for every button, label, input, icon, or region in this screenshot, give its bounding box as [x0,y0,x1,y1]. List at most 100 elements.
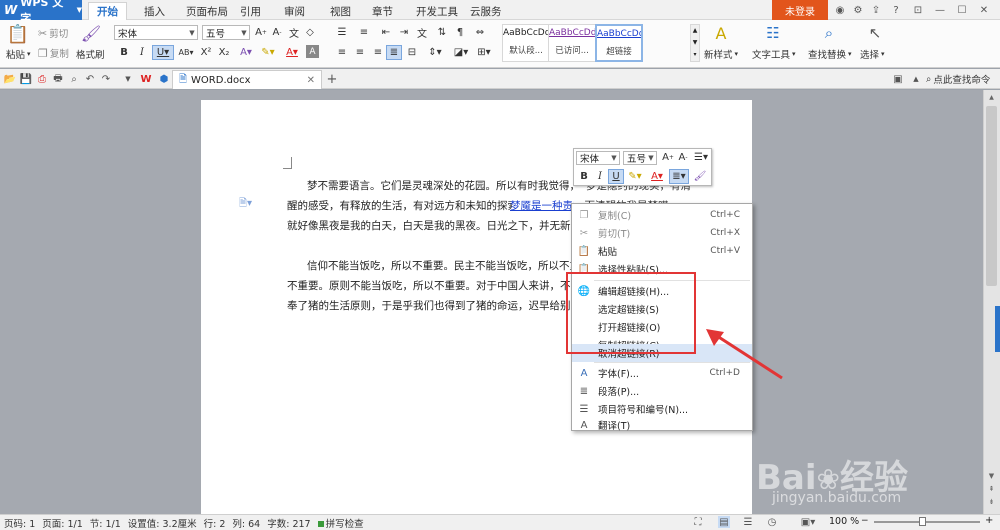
mini-grow-font-icon[interactable]: A + [660,150,676,165]
mini-font-color-button[interactable]: A▾ [647,169,667,184]
maximize-icon[interactable]: ☐ [956,4,968,16]
tab-references[interactable]: 引用 [232,2,269,20]
border-icon[interactable]: ⊞▾ [474,45,494,60]
print-icon[interactable]: 🖶 [52,73,64,85]
numbering-icon[interactable]: ≡ [356,25,372,40]
settings-icon[interactable]: ⚙ [852,4,864,16]
tab-cloud[interactable]: 云服务 [462,2,510,20]
print-preview-icon[interactable]: ⌕ [68,73,80,85]
text-tools-button[interactable]: 文字工具 ▾ [752,47,796,61]
italic-button[interactable]: I [134,45,150,60]
side-panel-tab[interactable] [995,306,1000,352]
scroll-thumb[interactable] [986,106,997,286]
align-left-icon[interactable]: ≡ [334,45,350,60]
reading-mode-icon[interactable]: ▣▾ [798,516,818,528]
sort-icon[interactable]: ⇅ [434,25,450,40]
share-icon[interactable]: ⇪ [870,4,882,16]
help-icon[interactable]: ? [890,4,902,16]
feedback-icon[interactable]: ▣ [892,73,904,85]
shading-icon[interactable]: ◪▾ [450,45,472,60]
mini-underline-button[interactable]: U [608,169,624,184]
save-icon[interactable]: 💾 [20,73,32,85]
zoom-slider-thumb[interactable] [919,517,926,526]
bold-button[interactable]: B [116,45,132,60]
app-menu-button[interactable]: W WPS 文字 ▼ [0,0,82,25]
tab-insert[interactable]: 插入 [136,2,173,20]
find-replace-button[interactable]: 查找替换 ▾ [808,47,852,61]
new-tab-icon[interactable]: + [326,72,338,87]
tab-chapter[interactable]: 章节 [364,2,401,20]
fullscreen-icon[interactable]: ⛶ [692,516,704,528]
copy-button[interactable]: ❐ 复制 [38,46,69,61]
select-icon[interactable]: ↖ [864,24,886,46]
mini-align-button[interactable]: ≣▾ [669,169,689,184]
menu-translate[interactable]: A 翻译(T) [572,416,752,434]
text-tools-icon[interactable]: ☷ [762,24,784,46]
close-tab-icon[interactable]: ✕ [307,75,315,86]
mini-highlight-button[interactable]: ✎▾ [625,169,645,184]
align-right-icon[interactable]: ≡ [370,45,386,60]
select-button[interactable]: 选择 ▾ [860,47,885,61]
collapse-icon[interactable]: ▲ [910,73,922,85]
mini-size-combo[interactable]: 五号 ▼ [623,151,657,165]
login-button[interactable]: 未登录 [772,0,828,20]
menu-copy[interactable]: ❐ 复制(C) Ctrl+C [572,206,752,224]
pinyin-icon[interactable]: 文 [286,25,302,40]
status-pages[interactable]: 页面: 1/1 [42,516,83,530]
decrease-indent-icon[interactable]: ⇤ [378,25,394,40]
paste-icon[interactable]: 📋 [6,24,30,46]
status-section[interactable]: 节: 1/1 [90,516,121,530]
superscript-button[interactable]: X² [198,45,214,60]
new-style-icon[interactable]: A [710,24,732,46]
format-painter-button[interactable]: 格式刷 [76,47,105,61]
align-center-icon[interactable]: ≡ [352,45,368,60]
paragraph-handle-icon[interactable]: 🗎▾ [239,196,252,213]
page-view-icon[interactable]: ▤ [718,516,730,528]
menu-cut[interactable]: ✂ 剪切(T) Ctrl+X [572,224,752,242]
tab-home[interactable]: 开始 [88,2,127,20]
font-name-combo[interactable]: 宋体 ▼ [114,25,198,40]
wps-home-icon[interactable]: W [140,73,152,85]
hyperlink-text[interactable]: 梦魇是一种责实 [510,196,574,217]
text-effect-button[interactable]: A▾ [236,45,256,60]
undo-icon[interactable]: ↶ [84,73,96,85]
mini-bold-button[interactable]: B [576,169,592,184]
char-shading-icon[interactable]: A [306,45,319,58]
cut-button[interactable]: ✂ 剪切 [38,26,68,41]
tab-page-layout[interactable]: 页面布局 [178,2,236,20]
qa-more-icon[interactable]: ▼ [122,73,134,85]
highlight-button[interactable]: ✎▾ [258,45,278,60]
paste-button[interactable]: 粘贴 ▾ [6,47,31,61]
status-setting[interactable]: 设置值: 3.2厘米 [128,516,197,530]
web-view-icon[interactable]: ◷ [766,516,778,528]
close-icon[interactable]: ✕ [978,4,990,16]
cloud-icon[interactable]: ⬢ [158,73,170,85]
zoom-out-icon[interactable]: − [861,516,871,528]
tab-view[interactable]: 视图 [322,2,359,20]
find-replace-icon[interactable]: ⌕ [818,24,840,46]
document-tab[interactable]: 🗎 WORD.docx ✕ [172,70,322,89]
mini-shrink-font-icon[interactable]: A- [675,150,691,165]
status-words[interactable]: 字数: 217 [267,516,310,530]
clear-format-icon[interactable]: ◇ [302,25,318,40]
spell-check[interactable]: 拼写检查 [317,516,371,530]
show-marks-icon[interactable]: ¶ [452,25,468,40]
mini-italic-button[interactable]: I [592,169,608,184]
line-spacing-icon[interactable]: ⇕▾ [424,45,446,60]
format-painter-icon[interactable]: 🖌 [80,24,102,44]
justify-icon[interactable]: ≣ [386,45,402,60]
chinese-layout-icon[interactable]: 文 [414,25,430,40]
page-nav-icons[interactable]: ▼ ⇞ ⇟ [986,470,997,510]
status-page-num[interactable]: 页码: 1 [4,516,35,530]
menu-paste[interactable]: 📋 粘贴 Ctrl+V [572,242,752,260]
zoom-level[interactable]: 100 % [829,516,859,527]
new-style-button[interactable]: 新样式 ▾ [704,47,738,61]
tab-developer[interactable]: 开发工具 [408,2,466,20]
mini-list-icon[interactable]: ☰▾ [691,150,711,165]
style-default[interactable]: AaBbCcDd 默认段... [502,24,550,62]
redo-icon[interactable]: ↷ [100,73,112,85]
styles-scroll[interactable]: ▲ ▼ ▾ [690,24,700,62]
restore-ribbon-icon[interactable]: ⊡ [912,4,924,16]
zoom-slider[interactable] [874,521,980,523]
style-hyperlink[interactable]: AaBbCcDd 超链接 [595,24,643,62]
